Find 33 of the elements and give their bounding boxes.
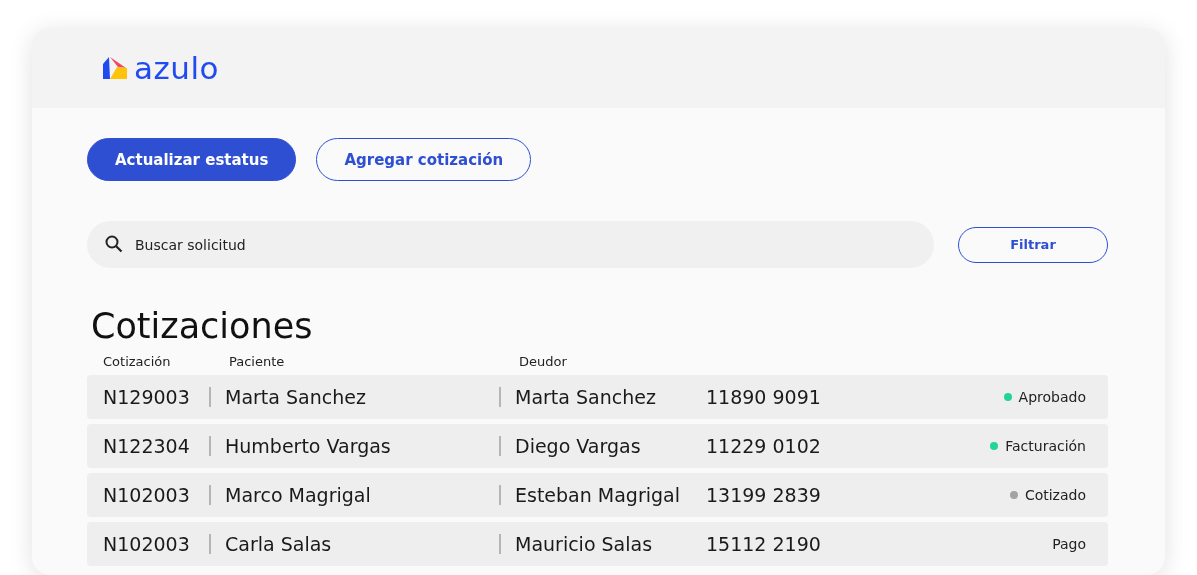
- column-header: Cotización: [103, 354, 172, 369]
- table-row[interactable]: N102003 Marco Magrigal Esteban Magrigal 13199 2839 Cotizado: [87, 473, 1108, 517]
- primary-button[interactable]: Actualizar estatus: [87, 138, 297, 181]
- status-label: Cotizado: [1024, 487, 1086, 503]
- logo-text: azulo: [134, 50, 219, 86]
- logo-icon: [102, 55, 128, 81]
- patient-name: Marta Sanchez: [225, 386, 367, 408]
- patient-name: Carla Salas: [225, 533, 333, 555]
- table-row[interactable]: N122304 Humberto Vargas Diego Vargas 11229 0102 Facturación: [87, 424, 1108, 468]
- status-label: Facturación: [1005, 438, 1086, 454]
- patient-name: Marco Magrigal: [225, 484, 372, 506]
- phone-number: 11229 0102: [706, 435, 822, 457]
- search-field[interactable]: Buscar solicitud: [87, 221, 934, 268]
- debtor-name: Marta Sanchez: [515, 386, 657, 408]
- quote-number: N102003: [103, 484, 191, 506]
- phone-number: 13199 2839: [706, 484, 822, 506]
- table-row[interactable]: N129003 Marta Sanchez Marta Sanchez 11890 9091 Aprobado: [87, 375, 1108, 419]
- status-label: Pago: [1052, 536, 1086, 552]
- patient-name: Humberto Vargas: [225, 435, 392, 457]
- quote-number: N102003: [103, 533, 191, 555]
- phone-number: 11890 9091: [706, 386, 822, 408]
- search-icon: [105, 235, 123, 253]
- page-title: Cotizaciones: [91, 306, 314, 346]
- status-label: Aprobado: [1018, 389, 1086, 405]
- column-header: Deudor: [519, 354, 568, 369]
- debtor-name: Esteban Magrigal: [515, 484, 681, 506]
- column-header: Paciente: [229, 354, 286, 369]
- debtor-name: Diego Vargas: [515, 435, 642, 457]
- debtor-name: Mauricio Salas: [515, 533, 654, 555]
- quote-number: N122304: [103, 435, 191, 457]
- phone-number: 15112 2190: [706, 533, 822, 555]
- table-row[interactable]: N102003 Carla Salas Mauricio Salas 15112 2190 Pago: [87, 522, 1108, 566]
- quote-number: N129003: [103, 386, 191, 408]
